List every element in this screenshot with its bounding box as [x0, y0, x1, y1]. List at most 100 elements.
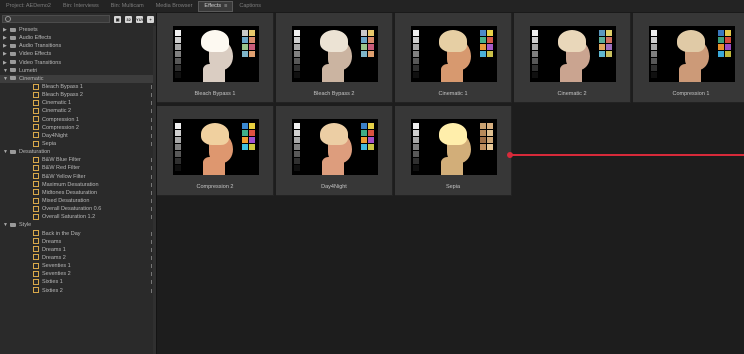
tab-bin-multicam[interactable]: Bin: Multicam — [105, 0, 150, 12]
preset-icon — [33, 99, 39, 106]
preset-thumbnail[interactable]: Cinematic 1 — [395, 13, 512, 103]
preset-icon — [33, 173, 39, 180]
preset-thumbnail[interactable]: Compression 1 — [633, 13, 744, 103]
tree-preset[interactable]: Cinematic 1 — [0, 99, 156, 107]
tree-item-label: Sixties 2 — [42, 287, 63, 294]
tree-preset[interactable]: Sixties 2 — [0, 287, 156, 295]
tree-preset[interactable]: Dreams 2 — [0, 254, 156, 262]
preset-thumbnail[interactable]: Sepia — [395, 106, 512, 196]
disclosure-closed-icon[interactable]: ▶ — [3, 26, 8, 34]
tree-preset[interactable]: B&W Blue Filter — [0, 156, 156, 164]
accelerated-effects-filter[interactable]: ▣ — [114, 15, 122, 23]
tab-media-browser[interactable]: Media Browser — [150, 0, 199, 12]
tab-bin-interviews[interactable]: Bin: Interviews — [57, 0, 105, 12]
portrait-subject — [671, 30, 709, 82]
preset-icon — [33, 262, 39, 269]
preset-preview-image — [292, 26, 378, 82]
tree-item-label: Compression 1 — [42, 116, 79, 123]
preset-thumbnail[interactable]: Bleach Bypass 2 — [276, 13, 393, 103]
tree-folder[interactable]: ▶ Audio Effects — [0, 34, 156, 42]
disclosure-open-icon[interactable]: ▼ — [3, 148, 8, 156]
preset-thumbnail-grid: Bleach Bypass 1 Bleach Bypass 2 Cinematic … — [157, 13, 744, 354]
tree-preset[interactable]: Compression 2 — [0, 124, 156, 132]
tree-preset[interactable]: Dreams 1 — [0, 246, 156, 254]
preset-preview-image — [292, 119, 378, 175]
tab-menu-icon[interactable]: ≡ — [224, 3, 227, 9]
yuv-filter[interactable]: YUV — [136, 15, 144, 23]
tab-project-aedemo2[interactable]: Project: AEDemo2 — [0, 0, 57, 12]
tree-preset[interactable]: Overall Desaturation 0.6 — [0, 205, 156, 213]
tree-preset[interactable]: Maximum Desaturation — [0, 181, 156, 189]
tree-item-label: Compression 2 — [42, 124, 79, 131]
folder-icon — [10, 76, 16, 81]
disclosure-open-icon[interactable]: ▼ — [3, 67, 8, 75]
tab-label: Bin: Multicam — [110, 3, 144, 9]
row-divider — [151, 133, 152, 138]
tree-preset[interactable]: Mixed Desaturation — [0, 197, 156, 205]
color-checker-chart — [480, 123, 494, 150]
tree-preset[interactable]: Compression 1 — [0, 116, 156, 124]
preset-thumbnail[interactable]: Bleach Bypass 1 — [157, 13, 274, 103]
disclosure-closed-icon[interactable]: ▶ — [3, 34, 8, 42]
preset-thumbnail-label: Sepia — [445, 184, 461, 190]
tree-folder[interactable]: ▼ Desaturation — [0, 148, 156, 156]
tree-preset[interactable]: Sixties 1 — [0, 278, 156, 286]
32-bit-filter[interactable]: 32 — [125, 15, 133, 23]
effects-tree: ▶ Presets ▶ Audio Effects ▶ Audio Transitions… — [0, 26, 156, 295]
tree-preset[interactable]: Seventies 2 — [0, 270, 156, 278]
grayscale-chart — [651, 30, 657, 79]
tree-folder[interactable]: ▼ Style — [0, 221, 156, 229]
tree-item-label: Sixties 1 — [42, 279, 63, 286]
tree-preset[interactable]: B&W Yellow Filter — [0, 173, 156, 181]
effects-search-input[interactable] — [2, 15, 111, 23]
disclosure-open-icon[interactable]: ▼ — [3, 75, 8, 83]
preset-icon — [33, 124, 39, 131]
tree-preset[interactable]: Back in the Day — [0, 230, 156, 238]
tab-effects[interactable]: Effects ≡ — [198, 0, 234, 12]
tree-folder[interactable]: ▼ Lumetri — [0, 67, 156, 75]
portrait-subject — [195, 123, 233, 175]
tree-folder[interactable]: ▶ Video Effects — [0, 50, 156, 58]
tree-folder[interactable]: ▶ Video Transitions — [0, 59, 156, 67]
tree-folder[interactable]: ▶ Audio Transitions — [0, 42, 156, 50]
tree-item-label: Style — [19, 222, 32, 229]
tree-folder[interactable]: ▼ Cinematic — [0, 74, 156, 83]
row-divider — [151, 255, 152, 260]
tree-preset[interactable]: Overall Saturation 1.2 — [0, 213, 156, 221]
tree-preset[interactable]: Seventies 1 — [0, 262, 156, 270]
disclosure-closed-icon[interactable]: ▶ — [3, 50, 8, 58]
preset-thumbnail[interactable]: Compression 2 — [157, 106, 274, 196]
row-divider — [151, 182, 152, 187]
tree-preset[interactable]: Day4Night — [0, 132, 156, 140]
preset-preview-image — [173, 26, 259, 82]
row-divider — [151, 93, 152, 98]
color-checker-chart — [718, 30, 732, 57]
tree-preset[interactable]: Midtones Desaturation — [0, 189, 156, 197]
tree-item-label: Seventies 2 — [42, 271, 71, 278]
folder-icon — [10, 68, 16, 73]
tree-preset[interactable]: Bleach Bypass 2 — [0, 91, 156, 99]
tree-preset[interactable]: Sepia — [0, 140, 156, 148]
preset-thumbnail[interactable]: Day4Night — [276, 106, 393, 196]
preset-icon — [33, 83, 39, 90]
tree-preset[interactable]: Bleach Bypass 1 — [0, 83, 156, 91]
disclosure-open-icon[interactable]: ▼ — [3, 221, 8, 229]
preset-icon — [33, 278, 39, 285]
tree-preset[interactable]: Dreams — [0, 238, 156, 246]
disclosure-closed-icon[interactable]: ▶ — [3, 42, 8, 50]
tree-preset[interactable]: B&W Red Filter — [0, 164, 156, 172]
tree-item-label: Overall Saturation 1.2 — [42, 214, 96, 221]
preset-preview-image — [173, 119, 259, 175]
disclosure-closed-icon[interactable]: ▶ — [3, 59, 8, 67]
tree-folder[interactable]: ▶ Presets — [0, 26, 156, 34]
portrait-subject — [314, 30, 352, 82]
preset-thumbnail[interactable]: Cinematic 2 — [514, 13, 631, 103]
tab-captions[interactable]: Captions — [233, 0, 267, 12]
folder-icon — [10, 51, 16, 56]
preset-thumbnail-label: Compression 2 — [196, 184, 234, 190]
effects-scrollbar[interactable] — [153, 26, 156, 354]
tree-preset[interactable]: Cinematic 2 — [0, 107, 156, 115]
new-bin-button[interactable]: + — [147, 15, 154, 23]
grayscale-chart — [294, 123, 300, 172]
tree-item-label: Mixed Desaturation — [42, 197, 90, 204]
